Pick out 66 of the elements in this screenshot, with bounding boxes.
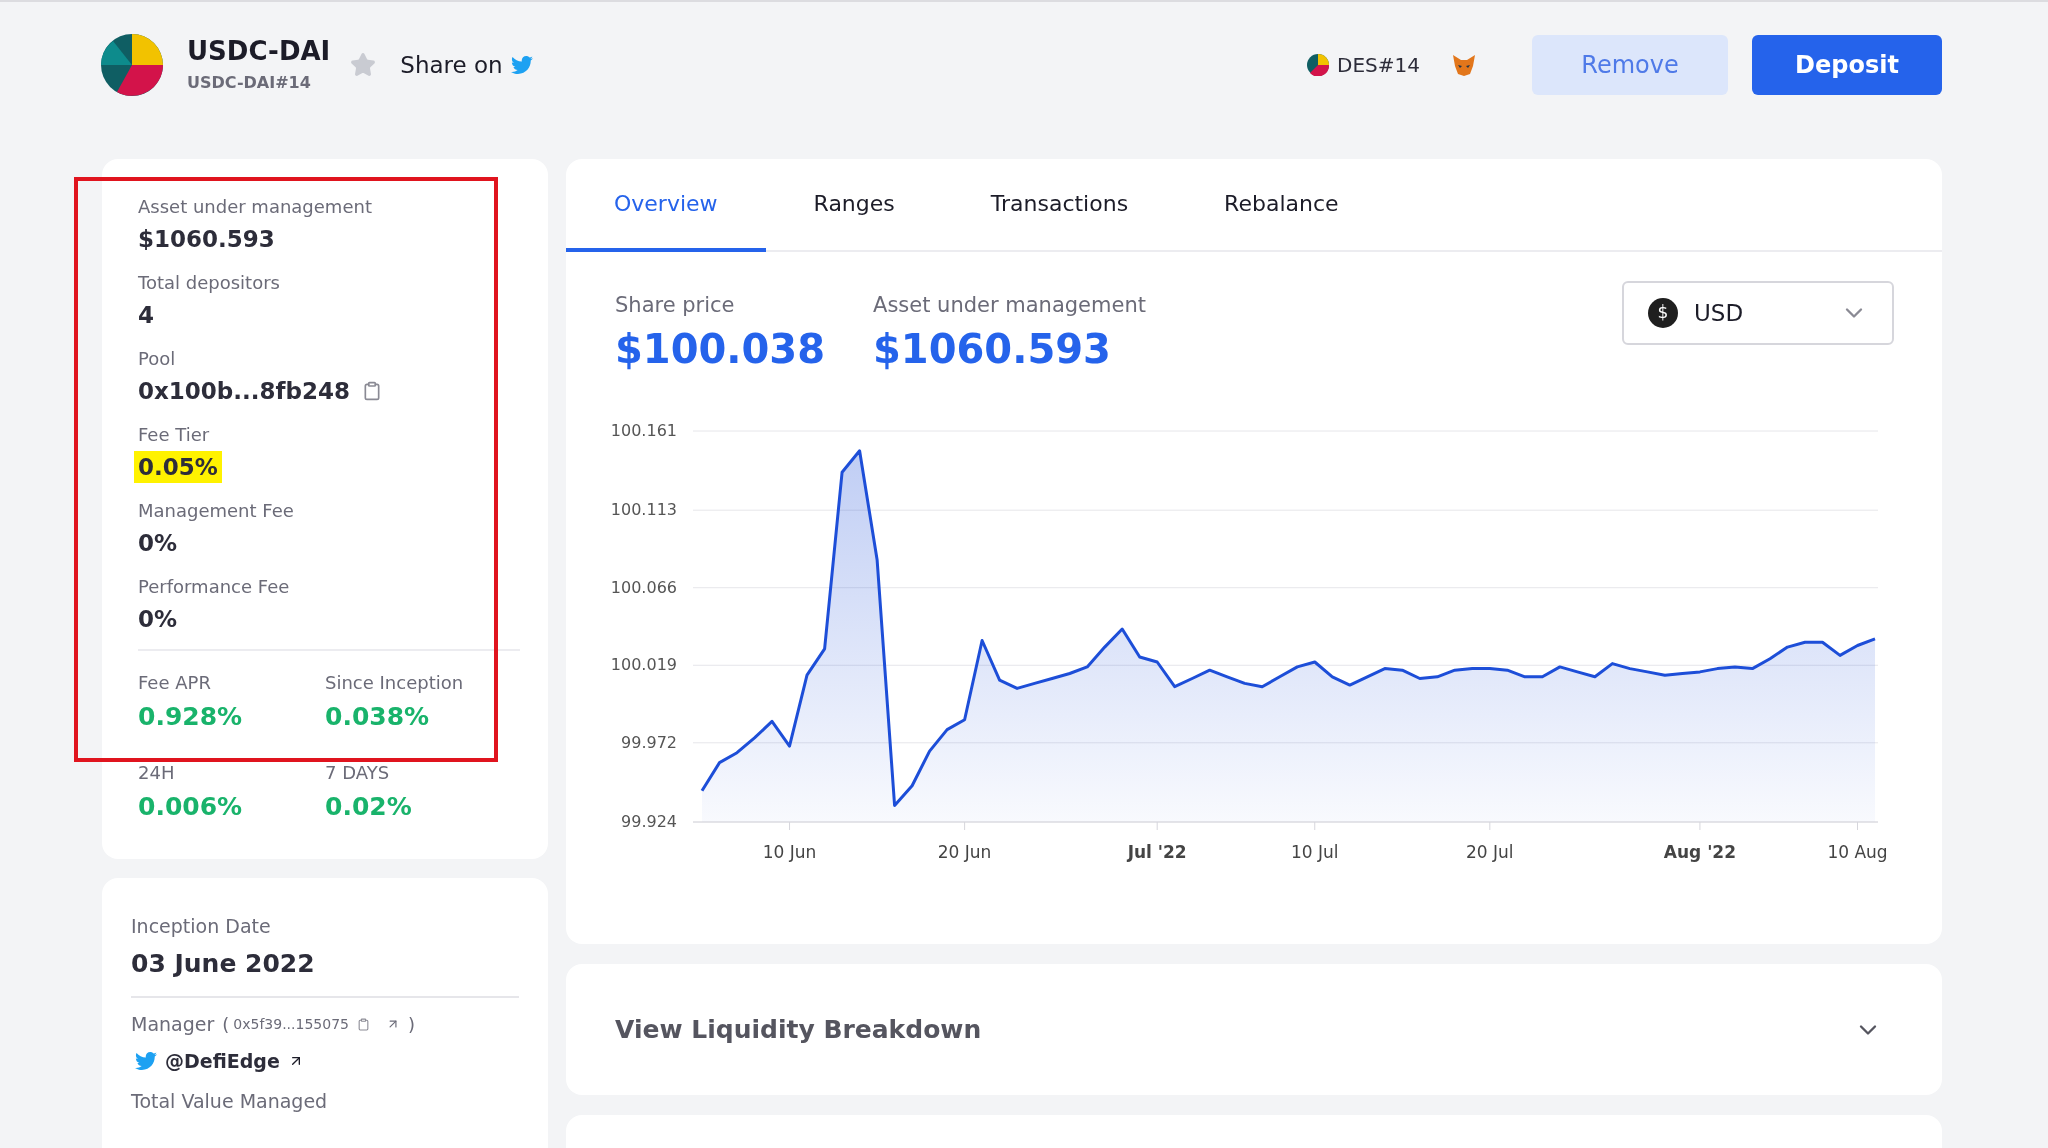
y-tick-label: 100.113 [610,499,677,519]
x-tick-label: 10 Aug [1827,841,1888,862]
liquidity-title: View Liquidity Breakdown [615,1013,982,1046]
y-tick-label: 100.066 [610,577,677,597]
stat-label: Performance Fee [138,575,291,599]
pool-subtitle: USDC-DAI#14 [187,72,312,94]
stat-label: Asset under management [138,195,373,219]
stat-value: 0.05% [134,451,222,483]
currency-dropdown[interactable]: $ USD [1622,281,1894,345]
stat-label: Fee Tier [138,423,211,447]
stat-label: Pool [138,347,177,371]
return-value: 0.02% [325,791,413,823]
account-name[interactable]: DES#14 [1337,50,1420,80]
twitter-icon [510,54,533,76]
x-tick-label: Jul '22 [1127,841,1187,862]
return-value: 0.038% [325,701,431,733]
copy-icon[interactable] [356,1017,370,1031]
stat-value: 0% [138,605,178,634]
stat-value: 0x100b...8fb248 [138,377,350,406]
y-tick-label: 99.924 [621,811,677,831]
liquidity-card[interactable]: View Liquidity Breakdown [566,964,1942,1095]
return-value: 0.006% [138,791,244,823]
stat-label: Total Value Managed [131,1089,329,1114]
favorite-star-icon[interactable] [350,52,377,78]
stat-label: 7 DAYS [325,761,391,785]
stat-value: 0% [138,529,178,558]
stat-label: Since Inception [325,671,465,695]
manager-address: 0x5f39...155075 [233,1014,349,1034]
return-value: 0.928% [138,701,244,733]
tab[interactable]: Rebalance [1176,159,1387,252]
twitter-handle-link[interactable]: @DefiEdge [165,1046,280,1075]
stat-value: $1060.593 [138,225,275,254]
x-tick-label: Aug '22 [1663,841,1737,862]
stat-label: Management Fee [138,499,295,523]
aum-value: $1060.593 [873,324,1112,374]
inception-date: 03 June 2022 [131,947,316,980]
y-tick-label: 100.019 [610,654,677,674]
tab[interactable]: Transactions [942,159,1177,252]
twitter-icon [135,1049,157,1072]
pool-title: USDC-DAI [187,35,331,67]
stat-label: Manager [131,1012,215,1037]
stat-label: Asset under management [873,292,1146,319]
fox-icon[interactable] [1452,54,1476,76]
stat-label: Share price [615,292,736,319]
bracket-text: ( [222,1012,230,1037]
x-tick-label: 10 Jun [762,841,817,862]
share-link[interactable]: Share on [400,47,533,83]
pool-logo-icon [101,34,163,96]
stat-label: Inception Date [131,914,272,939]
deposit-button[interactable]: Deposit [1752,35,1942,95]
share-price-value: $100.038 [615,324,826,374]
y-tick-label: 99.972 [621,732,677,752]
dollar-icon: $ [1648,298,1678,328]
tab[interactable]: Overview [566,159,766,252]
y-tick-label: 100.161 [610,420,677,440]
x-tick-label: 10 Jul [1291,841,1339,862]
stat-value: 4 [138,301,154,330]
avatar-icon [1307,54,1330,76]
x-tick-label: 20 Jul [1466,841,1514,862]
copy-icon[interactable] [362,381,382,401]
stat-label: Total depositors [138,271,281,295]
stat-label: Fee APR [138,671,212,695]
stat-label: 24H [138,761,176,785]
tab[interactable]: Ranges [765,159,943,252]
x-tick-label: 20 Jun [937,841,992,862]
bracket-text: ) [407,1012,415,1037]
